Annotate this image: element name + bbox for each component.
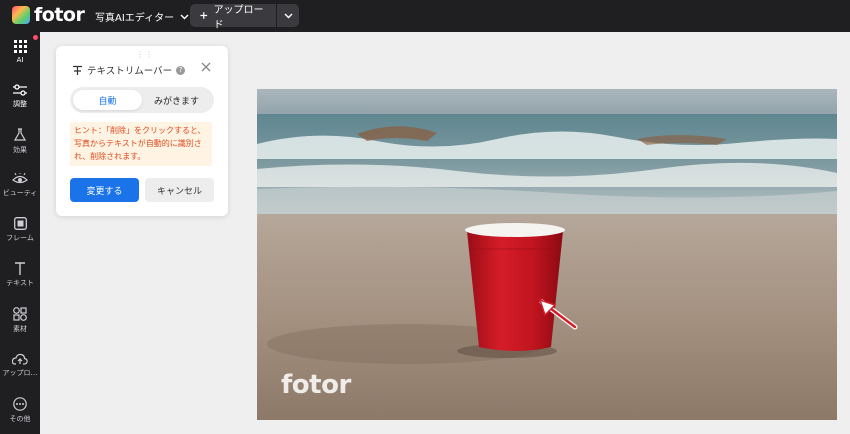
sidebar-item-frame[interactable]: フレーム	[0, 210, 40, 250]
editor-menu-label: 写真AIエディター	[95, 13, 175, 24]
upload-label: アップロード	[213, 4, 264, 31]
watermark-text: fotor	[281, 370, 351, 400]
editor-menu-dropdown[interactable]: 写真AIエディター	[95, 9, 189, 24]
sidebar-item-label: 効果	[13, 145, 27, 154]
text-remover-panel: ⋮⋮ テキストリムーバー ? 自動 みがきます ヒント：「削除」をクリックすると…	[56, 46, 228, 216]
panel-title: テキストリムーバー ?	[72, 63, 186, 77]
hint-line: 写真からテキストが自動的に識別さ	[74, 139, 202, 148]
sidebar-item-label: ビューティ	[2, 188, 38, 197]
apply-button[interactable]: 変更する	[70, 178, 139, 202]
mode-auto-option[interactable]: 自動	[73, 90, 142, 110]
flask-icon	[14, 127, 26, 141]
upload-group: アップロード	[190, 4, 299, 31]
drag-handle[interactable]: ⋮⋮	[136, 50, 154, 59]
sidebar-item-beauty[interactable]: ビューティ	[0, 165, 40, 205]
sidebar-item-more[interactable]: その他	[0, 390, 40, 430]
sidebar-item-text[interactable]: テキスト	[0, 255, 40, 295]
hint-box: ヒント：「削除」をクリックすると、 写真からテキストが自動的に識別さ れ、削除さ…	[70, 122, 212, 166]
logo-text: fotor	[34, 4, 85, 26]
fotor-logo[interactable]: fotor	[12, 4, 85, 26]
text-icon	[15, 262, 25, 275]
eye-icon	[12, 172, 28, 183]
sidebar-item-label: アップロ…	[2, 368, 38, 377]
sidebar-item-label: テキスト	[6, 279, 34, 287]
text-remover-icon	[73, 65, 82, 75]
sidebar-item-elements[interactable]: 素材	[0, 300, 40, 340]
mode-toggle: 自動 みがきます	[70, 87, 214, 113]
cloud-upload-icon	[12, 353, 28, 365]
sidebar-item-label: 調整	[13, 99, 27, 108]
sidebar-item-label: AI	[16, 56, 24, 64]
plus-icon	[200, 12, 208, 19]
hint-line: ヒント：「削除」をクリックすると、	[74, 126, 206, 135]
sidebar-item-label: 素材	[13, 324, 27, 333]
grid-icon	[13, 40, 27, 53]
upload-dropdown-button[interactable]	[277, 4, 299, 27]
help-icon[interactable]: ?	[176, 65, 186, 75]
sidebar-item-adjust[interactable]: 調整	[0, 76, 40, 116]
sidebar-item-upload[interactable]: アップロ…	[0, 345, 40, 385]
top-bar: fotor 写真AIエディター アップロード	[0, 0, 850, 32]
sidebar-item-label: フレーム	[6, 234, 34, 242]
sidebar-item-label: その他	[9, 414, 31, 423]
close-icon[interactable]	[200, 61, 212, 73]
hint-line: れ、削除されます。	[74, 152, 146, 161]
frame-icon	[13, 217, 27, 230]
panel-title-text: テキストリムーバー	[87, 66, 173, 77]
upload-button[interactable]: アップロード	[190, 4, 276, 31]
more-icon	[13, 396, 27, 411]
logo-mark-icon	[12, 6, 30, 24]
photo-canvas[interactable]: fotor	[257, 89, 837, 420]
mode-brush-option[interactable]: みがきます	[142, 90, 211, 110]
sidebar: AI 調整 効果 ビューティ フレーム テキスト 素材 アップロ… その他	[0, 32, 40, 434]
chevron-down-icon	[284, 13, 292, 18]
chevron-down-icon	[180, 14, 189, 19]
sliders-icon	[13, 83, 27, 96]
sidebar-item-effects[interactable]: 効果	[0, 121, 40, 161]
shapes-icon	[13, 306, 27, 321]
sidebar-item-ai[interactable]: AI	[0, 32, 40, 72]
cancel-button[interactable]: キャンセル	[145, 178, 214, 202]
